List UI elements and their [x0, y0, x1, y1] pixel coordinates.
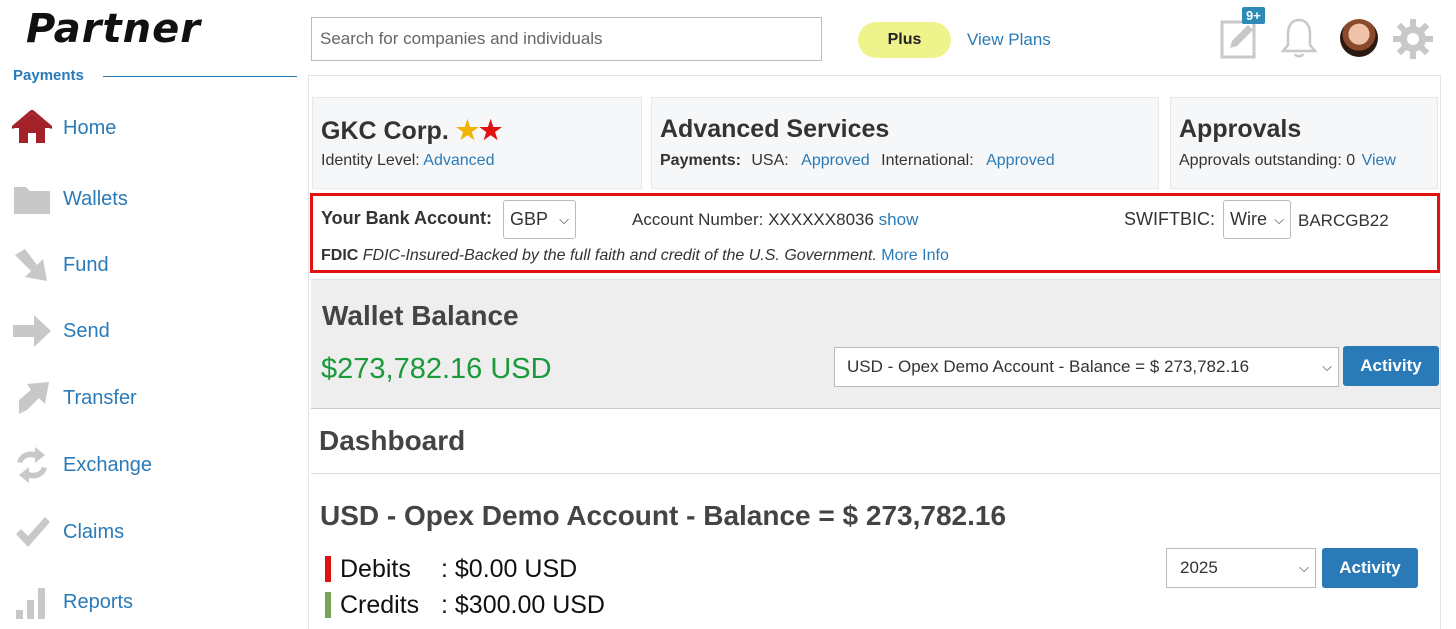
- plus-button[interactable]: Plus: [858, 22, 951, 58]
- credits-row: Credits : $300.00 USD: [325, 590, 605, 619]
- payments-label: Payments:: [660, 152, 741, 169]
- sidebar-section-label: Payments: [13, 67, 84, 84]
- wallet-activity-button[interactable]: Activity: [1343, 346, 1439, 386]
- approvals-view-link[interactable]: View: [1362, 152, 1396, 169]
- home-icon: [12, 108, 52, 148]
- sidebar-item-label: Send: [63, 319, 110, 342]
- sidebar-item-label: Home: [63, 116, 117, 139]
- sidebar-item-label: Claims: [63, 520, 125, 543]
- advanced-services-card: Advanced Services Payments: USA: Approve…: [651, 97, 1159, 189]
- notification-badge: 9+: [1242, 7, 1265, 24]
- red-star-icon: ★: [479, 115, 503, 145]
- usa-label: USA:: [751, 152, 789, 169]
- company-name: GKC Corp. ★★: [321, 115, 503, 145]
- show-account-link[interactable]: show: [879, 210, 919, 229]
- swift-code-link[interactable]: BARCGB22: [1298, 211, 1389, 231]
- dashboard-activity-button[interactable]: Activity: [1322, 548, 1418, 588]
- bell-icon[interactable]: [1280, 17, 1318, 64]
- swiftbic-label: SWIFTBIC:: [1124, 209, 1215, 229]
- sidebar-item-exchange[interactable]: Exchange: [12, 445, 152, 485]
- identity-level-link[interactable]: Advanced: [423, 152, 494, 169]
- credits-value: : $300.00 USD: [441, 590, 605, 619]
- identity-level-label: Identity Level:: [321, 152, 420, 169]
- sidebar-item-label: Wallets: [63, 187, 128, 210]
- dashboard-title: Dashboard: [319, 425, 466, 456]
- sidebar-item-wallets[interactable]: Wallets: [12, 179, 128, 219]
- chevron-down-icon: ⌵: [1299, 560, 1309, 575]
- sidebar-item-label: Transfer: [63, 386, 137, 409]
- usa-status-link[interactable]: Approved: [801, 152, 870, 169]
- sidebar-item-claims[interactable]: Claims: [12, 512, 124, 552]
- year-select[interactable]: 2025 ⌵: [1166, 548, 1316, 588]
- debits-color-bar: [325, 556, 331, 582]
- dashboard-divider: [311, 473, 1440, 474]
- approvals-outstanding: Approvals outstanding: 0: [1179, 152, 1356, 169]
- wallet-account-select[interactable]: USD - Opex Demo Account - Balance = $ 27…: [834, 347, 1339, 387]
- user-avatar[interactable]: [1340, 19, 1378, 57]
- services-title: Advanced Services: [660, 115, 890, 143]
- sidebar-item-send[interactable]: Send: [12, 311, 110, 351]
- approvals-title: Approvals: [1179, 115, 1302, 143]
- folder-icon: [12, 179, 52, 219]
- arrow-right-icon: [12, 311, 52, 351]
- view-plans-link[interactable]: View Plans: [967, 30, 1051, 50]
- chevron-down-icon: ⌵: [1322, 359, 1332, 374]
- currency-select[interactable]: GBP ⌵: [503, 200, 576, 239]
- sidebar-item-label: Exchange: [63, 453, 152, 476]
- arrow-up-right-icon: [12, 378, 52, 418]
- wallet-balance-panel: Wallet Balance $273,782.16 USD USD - Ope…: [311, 279, 1440, 409]
- debits-label: Debits: [340, 554, 411, 583]
- bank-account-panel: Your Bank Account: GBP ⌵ Account Number:…: [310, 193, 1440, 273]
- account-balance-title: USD - Opex Demo Account - Balance = $ 27…: [320, 500, 1007, 531]
- credits-color-bar: [325, 592, 331, 618]
- sidebar-item-transfer[interactable]: Transfer: [12, 378, 137, 418]
- search-input[interactable]: [311, 17, 822, 61]
- fdic-text: FDIC-Insured-Backed by the full faith an…: [362, 247, 877, 264]
- transfer-type-select[interactable]: Wire ⌵: [1223, 200, 1291, 239]
- account-number: XXXXXX8036: [768, 210, 874, 229]
- approvals-card: Approvals Approvals outstanding: 0 View: [1170, 97, 1438, 189]
- bank-account-label: Your Bank Account:: [321, 208, 493, 228]
- bar-chart-icon: [12, 582, 52, 622]
- sidebar-item-label: Reports: [63, 590, 134, 613]
- international-label: International:: [881, 152, 974, 169]
- sidebar-divider: [103, 76, 297, 77]
- exchange-icon: [12, 445, 52, 485]
- gold-star-icon: ★: [455, 115, 480, 145]
- checkmark-icon: [12, 512, 52, 552]
- debits-value: : $0.00 USD: [441, 554, 578, 583]
- more-info-link[interactable]: More Info: [881, 247, 949, 264]
- wallet-balance-title: Wallet Balance: [322, 300, 519, 331]
- arrow-down-right-icon: [12, 245, 52, 285]
- debits-row: Debits : $0.00 USD: [325, 554, 578, 583]
- sidebar-item-fund[interactable]: Fund: [12, 245, 109, 285]
- chevron-down-icon: ⌵: [1274, 211, 1284, 227]
- notes-icon[interactable]: [1220, 18, 1260, 65]
- partner-logo[interactable]: Partner: [26, 6, 201, 52]
- wallet-balance-amount: $273,782.16 USD: [321, 353, 552, 385]
- fdic-label: FDIC: [321, 247, 359, 264]
- international-status-link[interactable]: Approved: [986, 152, 1055, 169]
- account-number-label: Account Number:: [632, 210, 764, 229]
- sidebar-item-label: Fund: [63, 253, 109, 276]
- company-card: GKC Corp. ★★ Identity Level: Advanced: [312, 97, 642, 189]
- credits-label: Credits: [340, 590, 420, 619]
- gear-icon[interactable]: [1392, 18, 1434, 65]
- sidebar-item-reports[interactable]: Reports: [12, 582, 133, 622]
- sidebar-item-home[interactable]: Home: [12, 108, 116, 148]
- chevron-down-icon: ⌵: [559, 211, 569, 227]
